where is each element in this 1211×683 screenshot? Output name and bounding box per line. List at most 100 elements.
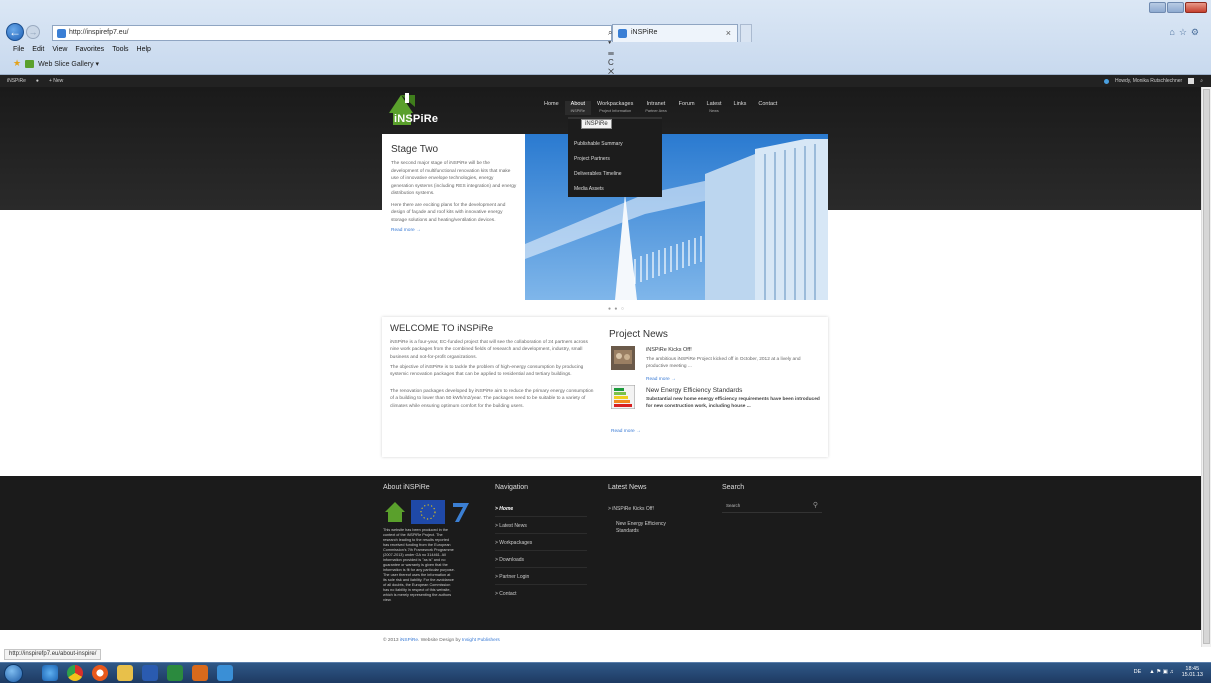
menu-file[interactable]: File: [13, 46, 24, 53]
dropdown-item-deliverables-timeline[interactable]: Deliverables Timeline: [574, 171, 622, 177]
menu-edit[interactable]: Edit: [32, 46, 44, 53]
powerpoint-taskbar-icon[interactable]: [192, 665, 208, 681]
ie-toolbar-icons[interactable]: ⌂☆⚙: [1169, 27, 1203, 38]
new-tab-button[interactable]: [740, 24, 752, 42]
footer-nav-home[interactable]: > Home: [495, 506, 587, 517]
taskbar: DE ▲ ⚑ ▣ ♫ 18:45 15.01.13: [0, 662, 1211, 683]
admin-search-icon[interactable]: ⌕: [1200, 78, 1203, 84]
slide-paragraph-1: The second major stage of iNSPiRe will b…: [391, 161, 517, 196]
star-icon[interactable]: ☆: [1179, 27, 1191, 37]
gear-icon[interactable]: ⚙: [1191, 27, 1203, 37]
chrome-taskbar-icon[interactable]: [67, 665, 83, 681]
status-url: http://inspirefp7.eu/about-inspire/: [4, 649, 102, 660]
news-2-headline[interactable]: New Energy Efficiency Standards: [646, 387, 742, 394]
nav-links[interactable]: Links: [728, 101, 753, 115]
nav-latest-sub: News: [709, 109, 719, 113]
admin-howdy[interactable]: Howdy, Monika Rutschlechner: [1115, 78, 1182, 84]
address-url: http://inspirefp7.eu/: [69, 29, 129, 36]
footer-search-input[interactable]: Search ⚲: [722, 501, 822, 513]
nav-latest-label: Latest: [706, 101, 722, 107]
nav-contact[interactable]: Contact: [752, 101, 783, 115]
nav-about-label: About: [570, 101, 586, 107]
eu-flag-icon: [411, 500, 445, 524]
copyright-agency-link[interactable]: Insight Publishers: [462, 638, 500, 643]
news-thumbnail-1[interactable]: [611, 346, 635, 370]
scrollbar-thumb[interactable]: [1203, 89, 1210, 644]
page-scrollbar[interactable]: [1201, 87, 1211, 647]
language-indicator[interactable]: DE: [1134, 669, 1142, 675]
news-1-read-more[interactable]: Read more →: [646, 377, 676, 382]
news-1-body: The ambitious iNSPiRe Project kicked off…: [646, 357, 801, 370]
dropdown-item-project-partners[interactable]: Project Partners: [574, 156, 610, 162]
news-thumbnail-2[interactable]: [611, 385, 635, 409]
menu-view[interactable]: View: [52, 46, 67, 53]
admin-site-link[interactable]: iNSPiRe: [7, 78, 26, 84]
nav-about[interactable]: About iNSPiRe: [564, 101, 592, 115]
ie-taskbar-icon[interactable]: [42, 665, 58, 681]
menu-help[interactable]: Help: [137, 46, 151, 53]
slide-text-panel: Stage Two The second major stage of iNSP…: [382, 134, 525, 300]
dropdown-item-media-assets[interactable]: Media Assets: [574, 186, 604, 192]
tray-icons[interactable]: ▲ ⚑ ▣ ♫: [1149, 669, 1173, 675]
slide-read-more-link[interactable]: Read more →: [391, 228, 517, 233]
welcome-title: WELCOME TO iNSPiRe: [390, 323, 494, 334]
nav-home[interactable]: Home: [538, 101, 565, 115]
admin-new-link[interactable]: + New: [49, 78, 63, 84]
footer-nav-latest-news[interactable]: > Latest News: [495, 523, 587, 534]
avatar[interactable]: [1188, 78, 1195, 84]
clock[interactable]: 18:45 15.01.13: [1182, 666, 1203, 678]
footer-news-1[interactable]: > iNSPiRe Kicks Off!: [608, 506, 654, 513]
nav-intranet[interactable]: Intranet Partner Area: [639, 101, 672, 115]
browser-tab[interactable]: iNSPiRe ×: [612, 24, 738, 42]
nav-workpackages[interactable]: Workpackages Project Information: [591, 101, 639, 115]
footer-news-2[interactable]: New Energy Efficiency Standards: [616, 521, 676, 534]
system-tray: DE ▲ ⚑ ▣ ♫ 18:45 15.01.13: [1134, 666, 1203, 678]
search-icon[interactable]: ⚲: [813, 501, 818, 509]
footer-nav-downloads[interactable]: > Downloads: [495, 557, 587, 568]
news-2-body: Substantial new home energy efficiency r…: [646, 397, 820, 410]
back-button[interactable]: ←: [6, 23, 24, 41]
news-1-headline[interactable]: iNSPiRe Kicks Off!: [646, 347, 692, 353]
home-icon[interactable]: ⌂: [1169, 27, 1178, 37]
menu-favorites[interactable]: Favorites: [75, 46, 104, 53]
dropdown-item-publishable-summary[interactable]: Publishable Summary: [574, 141, 623, 147]
nav-forum[interactable]: Forum: [673, 101, 701, 115]
footer-search-placeholder: Search: [726, 503, 741, 508]
menu-tools[interactable]: Tools: [112, 46, 128, 53]
copyright-brand-link[interactable]: iNSPiRe: [400, 638, 418, 643]
dropdown-tooltip: iNSPiRe: [581, 119, 612, 129]
slide-title: Stage Two: [391, 144, 439, 155]
fp7-logo: [453, 503, 469, 522]
site-favicon-icon: [57, 29, 66, 38]
word-taskbar-icon[interactable]: [142, 665, 158, 681]
close-button[interactable]: [1185, 2, 1207, 13]
nav-intranet-sub: Partner Area: [645, 109, 667, 113]
tab-close-icon[interactable]: ×: [726, 28, 731, 38]
footer-nav-workpackages[interactable]: > Workpackages: [495, 540, 587, 551]
user-status-icon: [1104, 78, 1110, 84]
tab-favicon-icon: [618, 29, 627, 38]
footer-nav-contact[interactable]: > Contact: [495, 591, 587, 601]
web-slice-gallery[interactable]: Web Slice Gallery ▾: [38, 60, 99, 68]
favorites-star-icon[interactable]: ★: [13, 58, 21, 69]
explorer-taskbar-icon[interactable]: [117, 665, 133, 681]
comment-icon[interactable]: ●: [36, 78, 39, 84]
lync-taskbar-icon[interactable]: [217, 665, 233, 681]
footer-nav-partner-login[interactable]: > Partner Login: [495, 574, 587, 585]
minimize-button[interactable]: [1149, 2, 1166, 13]
web-slice-icon: [25, 59, 35, 68]
start-button[interactable]: [4, 664, 23, 683]
media-player-taskbar-icon[interactable]: [92, 665, 108, 681]
nav-latest[interactable]: Latest News: [701, 101, 728, 115]
main-nav: Home About iNSPiRe Workpackages Project In…: [538, 101, 783, 115]
tab-title: iNSPiRe: [631, 29, 658, 36]
news-2-read-more[interactable]: Read more →: [611, 429, 641, 434]
excel-taskbar-icon[interactable]: [167, 665, 183, 681]
forward-button[interactable]: →: [26, 25, 40, 39]
slide-paragraph-2: Here there are exciting plans for the de…: [391, 202, 506, 223]
address-bar[interactable]: http://inspirefp7.eu/ ⌕ ▾ ☰ C ✕: [52, 25, 614, 76]
browser-chrome: ← → http://inspirefp7.eu/ ⌕ ▾ ☰ C ✕ iNSP…: [0, 0, 1211, 76]
maximize-button[interactable]: [1167, 2, 1184, 13]
slider-dots[interactable]: ● ● ○: [608, 306, 625, 312]
nav-intranet-label: Intranet: [646, 101, 666, 107]
